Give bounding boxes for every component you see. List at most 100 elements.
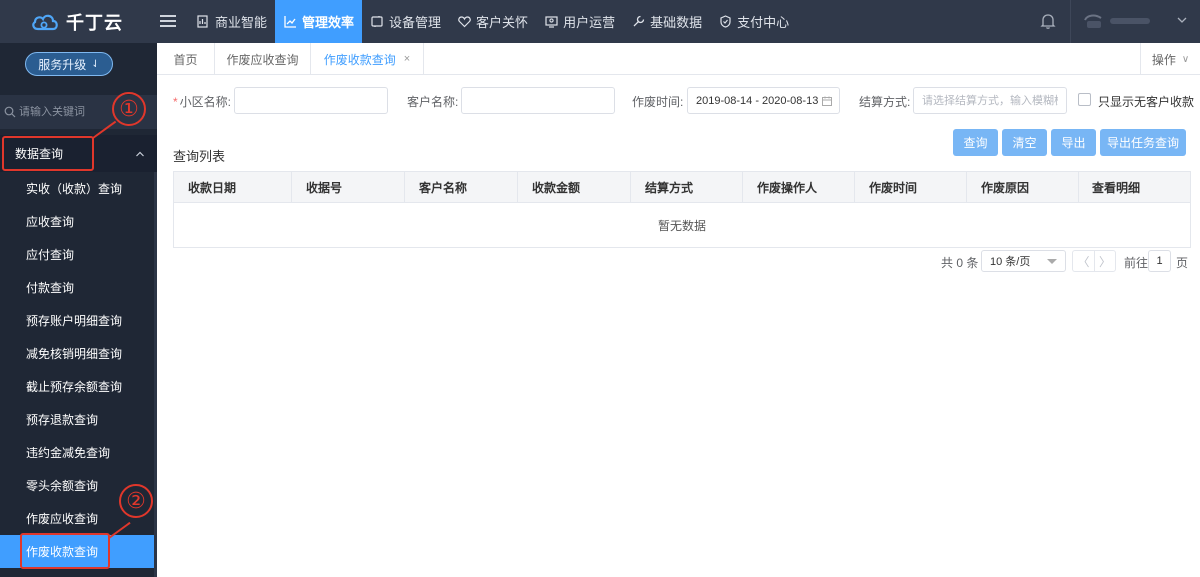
sidebar-item-receivable[interactable]: 应收查询 <box>0 205 157 238</box>
top-nav: 商业智能 管理效率 设备管理 客户关怀 用户运营 基础数据 支付中心 <box>188 0 797 43</box>
calendar-icon <box>822 96 832 106</box>
column-header[interactable]: 收据号 <box>292 172 405 203</box>
settlement-select[interactable] <box>913 87 1067 114</box>
nav-label: 用户运营 <box>563 15 616 30</box>
nav-item-customer-care[interactable]: 客户关怀 <box>449 0 536 43</box>
heart-icon <box>457 15 471 29</box>
column-header[interactable]: 作废时间 <box>855 172 967 203</box>
query-button[interactable]: 查询 <box>953 129 998 156</box>
search-icon <box>4 106 16 118</box>
nav-item-basic-data[interactable]: 基础数据 <box>623 0 710 43</box>
sidebar-item-penalty-waiver[interactable]: 违约金减免查询 <box>0 436 157 469</box>
date-range-value: 2019-08-14 - 2020-08-13 <box>696 94 819 107</box>
next-page-button[interactable]: 〉 <box>1094 250 1116 272</box>
sidebar-item-waiver-detail[interactable]: 减免核销明细查询 <box>0 337 157 370</box>
brand-name: 千丁云 <box>66 12 123 33</box>
sidebar-item-payment[interactable]: 付款查询 <box>0 271 157 304</box>
result-table: 收款日期 收据号 客户名称 收款金额 结算方式 作废操作人 作废时间 作废原因 … <box>173 171 1191 248</box>
annotation-number-1: ① <box>112 92 146 126</box>
sidebar-item-label: 减免核销明细查询 <box>26 347 123 361</box>
nav-label: 管理效率 <box>302 15 355 30</box>
nav-item-business-intelligence[interactable]: 商业智能 <box>188 0 275 43</box>
goto-page-input[interactable]: 1 <box>1148 250 1171 272</box>
nav-item-management-efficiency[interactable]: 管理效率 <box>275 0 363 43</box>
close-icon[interactable]: × <box>404 53 410 65</box>
sidebar-item-payable[interactable]: 应付查询 <box>0 238 157 271</box>
upgrade-label: 服务升级 <box>38 57 87 72</box>
nav-item-device-management[interactable]: 设备管理 <box>362 0 449 43</box>
tab-operations-menu[interactable]: 操作 ∨ <box>1140 43 1200 75</box>
sidebar-item-label: 实收（收款）查询 <box>26 182 123 196</box>
annotation-box-1 <box>2 136 94 171</box>
customer-input[interactable] <box>461 87 615 114</box>
export-button[interactable]: 导出 <box>1051 129 1096 156</box>
username-redacted[interactable] <box>1110 12 1162 30</box>
tab-bar: 首页 作废应收查询 作废收款查询 × 操作 ∨ <box>157 43 1200 75</box>
divider <box>1070 0 1071 43</box>
menu-toggle-icon[interactable] <box>160 13 176 29</box>
table-header: 收款日期 收据号 客户名称 收款金额 结算方式 作废操作人 作废时间 作废原因 … <box>174 172 1190 203</box>
nav-item-user-operations[interactable]: 用户运营 <box>536 0 623 43</box>
column-header[interactable]: 收款日期 <box>174 172 292 203</box>
required-mark: * <box>173 95 178 109</box>
column-header[interactable]: 作废原因 <box>967 172 1079 203</box>
tab-void-receipt[interactable]: 作废收款查询 × <box>311 43 424 75</box>
user-ops-icon <box>544 15 558 29</box>
sidebar-item-prepaid-detail[interactable]: 预存账户明细查询 <box>0 304 157 337</box>
sidebar-item-label: 付款查询 <box>26 281 75 295</box>
list-title: 查询列表 <box>173 149 226 164</box>
avatar[interactable] <box>1083 12 1105 30</box>
goto-label: 前往 <box>1124 256 1149 270</box>
sidebar-item-label: 应付查询 <box>26 248 75 262</box>
empty-state: 暂无数据 <box>657 218 706 233</box>
sidebar-item-label: 截止预存余额查询 <box>26 380 123 394</box>
customer-label: 客户名称: <box>407 95 459 109</box>
annotation-number-2: ② <box>119 484 153 518</box>
trend-chart-icon <box>283 15 297 29</box>
sidebar-item-prepaid-refund[interactable]: 预存退款查询 <box>0 403 157 436</box>
column-header[interactable]: 客户名称 <box>405 172 518 203</box>
settlement-label: 结算方式: <box>859 95 911 109</box>
tab-home[interactable]: 首页 <box>157 43 215 75</box>
bell-icon[interactable] <box>1038 11 1058 31</box>
tab-void-receivable[interactable]: 作废应收查询 <box>215 43 311 75</box>
sidebar-item-label: 应收查询 <box>26 215 75 229</box>
brand-logo[interactable]: 千丁云 <box>0 0 157 43</box>
column-header[interactable]: 查看明细 <box>1079 172 1190 203</box>
page-size-select[interactable]: 10 条/页 <box>981 250 1066 272</box>
wrench-icon <box>631 15 645 29</box>
community-input[interactable] <box>234 87 388 114</box>
sidebar-item-prepaid-balance[interactable]: 截止预存余额查询 <box>0 370 157 403</box>
sidebar-item-label: 预存账户明细查询 <box>26 314 123 328</box>
pagination-total: 共 0 条 <box>941 256 979 270</box>
annotation-number-text: ① <box>119 96 139 121</box>
nav-label: 支付中心 <box>737 15 790 30</box>
clear-button[interactable]: 清空 <box>1002 129 1047 156</box>
column-header[interactable]: 结算方式 <box>631 172 743 203</box>
no-customer-checkbox[interactable] <box>1078 93 1091 106</box>
chevron-down-icon[interactable] <box>1176 14 1188 26</box>
column-header[interactable]: 作废操作人 <box>743 172 855 203</box>
tab-label: 作废应收查询 <box>226 52 299 67</box>
sidebar-item-actual-receipt[interactable]: 实收（收款）查询 <box>0 172 157 205</box>
caret-down-icon <box>1047 259 1057 264</box>
sidebar-scrollbar[interactable] <box>154 172 157 577</box>
chevron-up-icon <box>135 148 145 158</box>
page-suffix: 页 <box>1176 256 1189 270</box>
chevron-down-icon: ∨ <box>1181 53 1190 65</box>
prev-page-button[interactable]: 〈 <box>1072 250 1094 272</box>
sidebar-item-label: 违约金减免查询 <box>26 446 111 460</box>
nav-label: 商业智能 <box>215 15 268 30</box>
export-tasks-button[interactable]: 导出任务查询 <box>1100 129 1186 156</box>
device-icon <box>370 15 384 29</box>
top-bar: 千丁云 商业智能 管理效率 设备管理 客户关怀 用户运营 基础数据 支付中心 <box>0 0 1200 43</box>
date-range-picker[interactable]: 2019-08-14 - 2020-08-13 <box>687 87 840 114</box>
page-size-value: 10 条/页 <box>990 256 1031 268</box>
tab-ops-label: 操作 <box>1151 52 1176 67</box>
no-customer-label: 只显示无客户收款 <box>1098 95 1195 109</box>
upgrade-icon: ⇃ <box>91 58 100 70</box>
nav-item-payment-center[interactable]: 支付中心 <box>710 0 797 43</box>
nav-label: 客户关怀 <box>476 15 529 30</box>
service-upgrade-button[interactable]: 服务升级 ⇃ <box>25 52 113 76</box>
column-header[interactable]: 收款金额 <box>518 172 631 203</box>
